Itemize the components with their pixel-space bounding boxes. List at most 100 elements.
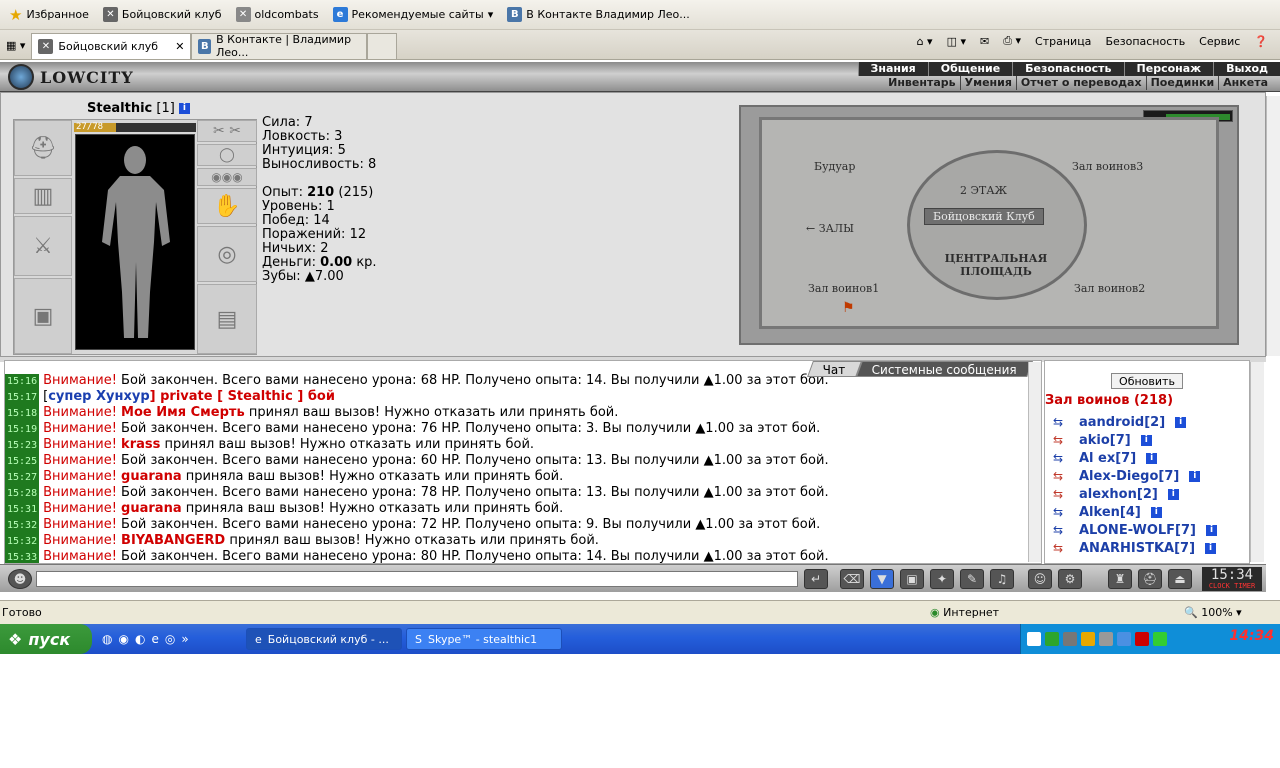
boots-slot[interactable]: ▤: [197, 284, 257, 354]
chat-time[interactable]: 15:17: [5, 390, 40, 406]
start-button[interactable]: ❖ пуск: [0, 624, 92, 654]
user-name[interactable]: Alex-Diego[7]: [1079, 469, 1179, 484]
page-menu[interactable]: Страница: [1035, 35, 1091, 48]
user-name[interactable]: aandroid[2]: [1079, 415, 1165, 430]
private-message-icon[interactable]: ⇆: [1047, 505, 1069, 519]
bag-icon[interactable]: ♜: [1108, 569, 1132, 589]
chat-time[interactable]: 15:28: [5, 486, 40, 502]
info-icon[interactable]: i: [1206, 524, 1217, 536]
submenu-skills[interactable]: Умения: [959, 76, 1016, 90]
tray-icon[interactable]: [1153, 632, 1167, 646]
map-link-club[interactable]: Бойцовский Клуб: [924, 208, 1044, 225]
vk-tray-icon[interactable]: [1027, 632, 1041, 646]
ie-icon[interactable]: e: [151, 632, 158, 646]
info-icon[interactable]: i: [178, 103, 190, 114]
private-message-icon[interactable]: ⇆: [1047, 433, 1069, 447]
feeds-icon[interactable]: ◫ ▾: [947, 35, 966, 48]
user-row[interactable]: ⇆ Alken[4] i: [1047, 503, 1217, 521]
private-message-icon[interactable]: ⇆: [1047, 469, 1069, 483]
mail-icon[interactable]: ✉: [980, 35, 989, 48]
user-row[interactable]: ⇆ Alex-Diego[7] i: [1047, 467, 1217, 485]
chat-nick[interactable]: супер Хунхур: [48, 389, 149, 404]
tab-system-messages[interactable]: Системные сообщения: [855, 361, 1033, 377]
menu-communication[interactable]: Общение: [927, 62, 1013, 76]
private-message-icon[interactable]: ⇆: [1047, 541, 1069, 555]
private-message-icon[interactable]: ⇆: [1047, 415, 1069, 429]
tray-icon[interactable]: [1081, 632, 1095, 646]
info-icon[interactable]: i: [1205, 542, 1217, 554]
menu-knowledge[interactable]: Знания: [857, 62, 928, 76]
user-row[interactable]: ⇆ aandroid[2] i: [1047, 413, 1217, 431]
safety-menu[interactable]: Безопасность: [1105, 35, 1185, 48]
tray-icon[interactable]: [1135, 632, 1149, 646]
submenu-fights[interactable]: Поединки: [1145, 76, 1219, 90]
sound-icon[interactable]: ♫: [990, 569, 1014, 589]
chat-time[interactable]: 15:19: [5, 422, 40, 438]
fav-link-recommended[interactable]: e Рекомендуемые сайты ▾: [328, 7, 499, 22]
menu-security[interactable]: Безопасность: [1012, 62, 1124, 76]
tray-icon[interactable]: [1099, 632, 1113, 646]
menu-exit[interactable]: Выход: [1213, 62, 1280, 76]
quicklaunch-icon[interactable]: ◍: [102, 632, 112, 646]
save-icon[interactable]: ▣: [900, 569, 924, 589]
helmet-slot[interactable]: ⛑: [14, 120, 72, 176]
chat-time[interactable]: 15:25: [5, 454, 40, 470]
quick-tabs-icon[interactable]: ▦ ▾: [0, 33, 31, 59]
info-icon[interactable]: i: [1189, 470, 1201, 482]
eraser-icon[interactable]: ⌫: [840, 569, 864, 589]
chat-time[interactable]: 15:32: [5, 518, 40, 534]
chat-nick[interactable]: guarana: [121, 501, 182, 516]
map-link-halls[interactable]: ← ЗАЛЫ: [806, 222, 854, 235]
private-message-icon[interactable]: ⇆: [1047, 487, 1069, 501]
user-row[interactable]: ⇆ alexhon[2] i: [1047, 485, 1217, 503]
chat-time[interactable]: 15:33: [5, 550, 40, 563]
menu-character[interactable]: Персонаж: [1123, 62, 1214, 76]
fav-link-vk[interactable]: BВ Контакте Владимир Лео...: [502, 7, 695, 22]
chat-time[interactable]: 15:31: [5, 502, 40, 518]
tab-club[interactable]: ✕ Бойцовский клуб ✕: [31, 32, 192, 59]
private-message-icon[interactable]: ⇆: [1047, 523, 1069, 537]
taskbar-window-skype[interactable]: S Skype™ - stealthic1: [406, 628, 562, 650]
user-name[interactable]: ALONE-WOLF[7]: [1079, 523, 1196, 538]
chat-scrollbar[interactable]: [1028, 362, 1041, 562]
info-icon[interactable]: i: [1150, 506, 1162, 518]
send-icon[interactable]: ↵: [804, 569, 828, 589]
info-icon[interactable]: i: [1167, 488, 1179, 500]
filter-icon[interactable]: ▼: [870, 569, 894, 589]
submenu-transfers[interactable]: Отчет о переводах: [1015, 76, 1146, 90]
chat-input[interactable]: [36, 571, 798, 587]
chat-time[interactable]: 15:18: [5, 406, 40, 422]
user-name[interactable]: Al ex[7]: [1079, 451, 1136, 466]
map-link-hall3[interactable]: Зал воинов3: [1072, 160, 1143, 173]
user-name[interactable]: ANARHISTKA[7]: [1079, 541, 1195, 556]
weapon-slot[interactable]: ⚔: [14, 216, 72, 276]
taskbar-window-ie[interactable]: e Бойцовский клуб - ...: [246, 628, 402, 650]
chat-nick[interactable]: guarana: [121, 469, 182, 484]
user-row[interactable]: ⇆ akio[7] i: [1047, 431, 1217, 449]
users-scrollbar[interactable]: [1250, 362, 1264, 562]
submenu-inventory[interactable]: Инвентарь: [884, 76, 959, 90]
fav-link-oldcombats[interactable]: ✕ oldcombats: [231, 7, 324, 22]
user-row[interactable]: ⇆ ALONE-WOLF[7] i: [1047, 521, 1217, 539]
settings-icon[interactable]: ⚙: [1058, 569, 1082, 589]
tools-menu[interactable]: Сервис: [1199, 35, 1240, 48]
favorites-button[interactable]: ★ Избранное: [4, 6, 94, 24]
user-row[interactable]: ⇆ ANARHISTKA[7] i: [1047, 539, 1217, 557]
chat-nick[interactable]: BIYABANGERD: [121, 533, 225, 548]
gloves-slot[interactable]: ✋: [197, 188, 257, 224]
user-name[interactable]: akio[7]: [1079, 433, 1131, 448]
ring-slots[interactable]: ◉◉◉: [197, 168, 257, 186]
smile-face-icon[interactable]: ☻: [8, 569, 32, 589]
tab-chat[interactable]: Чат: [807, 361, 862, 377]
map-central-square[interactable]: ЦЕНТРАЛЬНАЯ ПЛОЩАДЬ: [936, 252, 1056, 278]
chat-time[interactable]: 15:27: [5, 470, 40, 486]
helmet-icon[interactable]: ⛑: [1138, 569, 1162, 589]
ring-slot-1[interactable]: ✂ ✂: [197, 120, 257, 142]
print-icon[interactable]: ⎙ ▾: [1003, 34, 1021, 48]
quicklaunch-icon[interactable]: ◉: [118, 632, 128, 646]
armor-slot[interactable]: ▣: [14, 278, 72, 354]
info-icon[interactable]: i: [1140, 434, 1152, 446]
help-icon[interactable]: ❓: [1254, 35, 1268, 48]
bracers-slot[interactable]: ▥: [14, 178, 72, 214]
map-link-floor2[interactable]: 2 ЭТАЖ: [960, 184, 1007, 197]
